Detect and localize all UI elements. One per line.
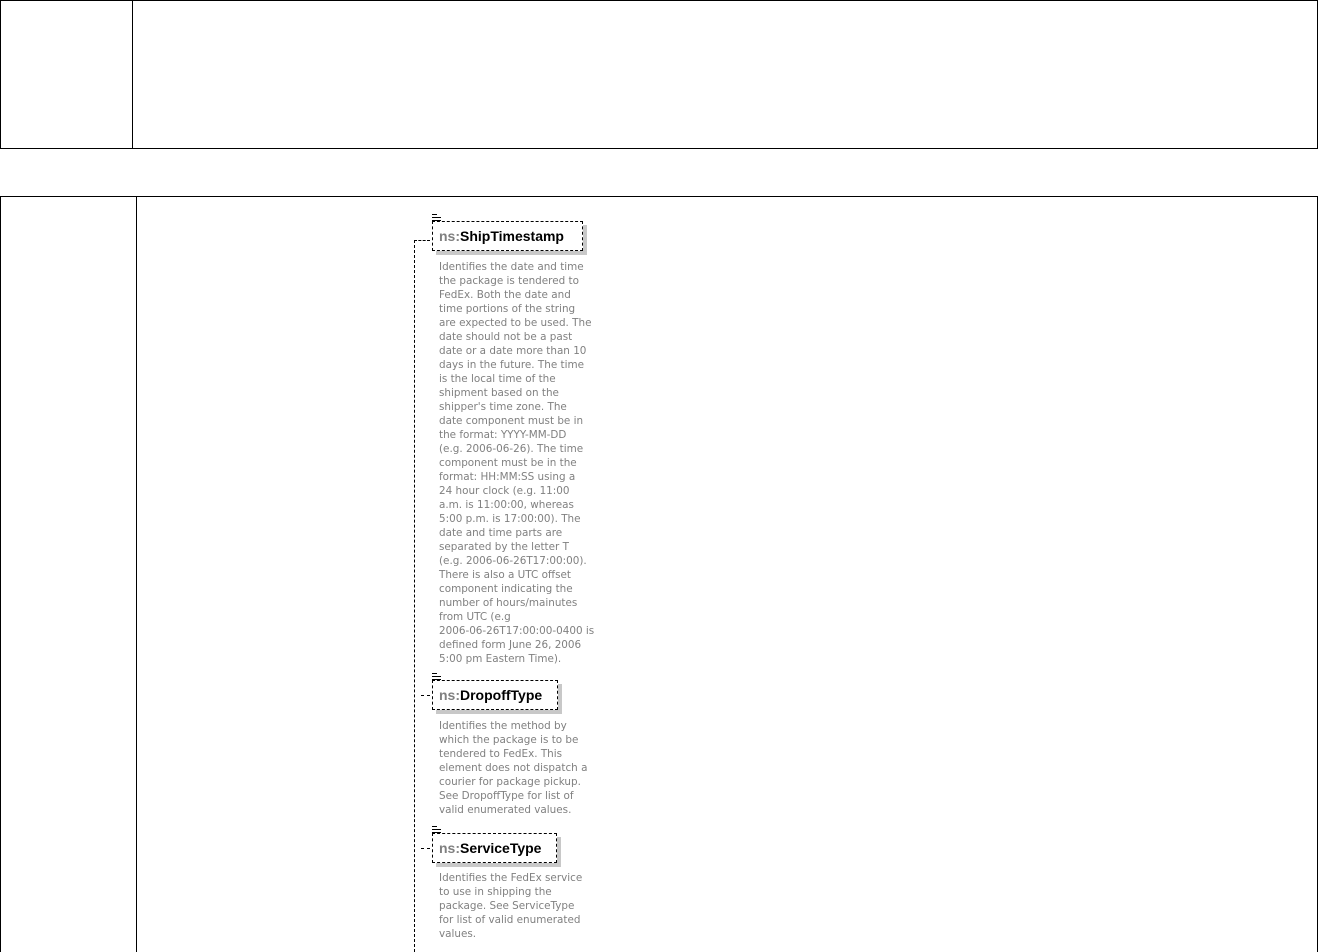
doc-line: FedEx. Both the date and <box>439 289 571 301</box>
doc-line: the package is tendered to <box>439 275 579 287</box>
doc-line: are expected to be used. The <box>439 317 592 329</box>
element-name: ns:ServiceType <box>439 840 542 856</box>
doc-line: defined form June 26, 2006 <box>439 639 582 651</box>
annotation-icon <box>432 214 441 222</box>
doc-line: See DropoffType for list of <box>439 790 574 802</box>
doc-line: Identifies the FedEx service <box>439 872 583 884</box>
branch-connector <box>421 695 430 696</box>
doc-line: values. <box>439 928 477 940</box>
doc-line: format: HH:MM:SS using a <box>439 471 576 483</box>
doc-line: package. See ServiceType <box>439 900 575 912</box>
doc-line: is the local time of the <box>439 373 556 385</box>
doc-line: Identifies the method by <box>439 720 567 732</box>
doc-line: courier for package pickup. <box>439 776 581 788</box>
doc-line: date or a date more than 10 <box>439 345 587 357</box>
doc-line: time portions of the string <box>439 303 576 315</box>
doc-line: date should not be a past <box>439 331 573 343</box>
doc-line: to use in shipping the <box>439 886 552 898</box>
element-name: ns:DropoffType <box>439 687 543 703</box>
doc-line: element does not dispatch a <box>439 762 588 774</box>
doc-line: valid enumerated values. <box>439 804 572 816</box>
element-documentation: Identifies the date and time the package… <box>439 260 599 666</box>
doc-line: 5:00 pm Eastern Time). <box>439 653 562 665</box>
doc-line: shipper's time zone. The <box>439 401 567 413</box>
doc-line: 2006-06-26T17:00:00-0400 is <box>439 625 595 637</box>
bottom-table <box>0 196 1318 952</box>
annotation-icon <box>432 826 441 834</box>
doc-line: which the package is to be <box>439 734 579 746</box>
doc-line: 5:00 p.m. is 17:00:00). The <box>439 513 581 525</box>
element-node-servicetype[interactable]: ns:ServiceType <box>432 826 557 863</box>
branch-connector <box>414 240 430 241</box>
doc-line: component must be in the <box>439 457 577 469</box>
doc-line: component indicating the <box>439 583 573 595</box>
element-documentation: Identifies the method by which the packa… <box>439 719 599 817</box>
doc-line: a.m. is 11:00:00, whereas <box>439 499 574 511</box>
doc-line: number of hours/mainutes <box>439 597 578 609</box>
doc-line: from UTC (e.g <box>439 611 511 623</box>
doc-line: date and time parts are <box>439 527 563 539</box>
doc-line: shipment based on the <box>439 387 559 399</box>
branch-connector <box>421 848 430 849</box>
doc-line: Identifies the date and time <box>439 261 584 273</box>
doc-line: tendered to FedEx. This <box>439 748 563 760</box>
element-node-dropofftype[interactable]: ns:DropoffType <box>432 673 558 710</box>
doc-line: separated by the letter T <box>439 541 569 553</box>
top-table <box>0 0 1318 149</box>
doc-line: date component must be in <box>439 415 584 427</box>
doc-line: for list of valid enumerated <box>439 914 581 926</box>
bottom-table-column-divider <box>136 197 137 952</box>
element-node-shiptimestamp[interactable]: ns:ShipTimestamp <box>432 214 583 251</box>
element-documentation: Identifies the FedEx service to use in s… <box>439 871 599 941</box>
doc-line: 24 hour clock (e.g. 11:00 <box>439 485 570 497</box>
doc-line: (e.g. 2006-06-26T17:00:00). <box>439 555 587 567</box>
element-name: ns:ShipTimestamp <box>439 228 564 244</box>
top-table-column-divider <box>132 1 133 148</box>
annotation-icon <box>432 673 441 681</box>
doc-line: There is also a UTC offset <box>439 569 571 581</box>
sequence-connector-line <box>414 240 415 952</box>
doc-line: days in the future. The time <box>439 359 585 371</box>
doc-line: (e.g. 2006-06-26). The time <box>439 443 584 455</box>
doc-line: the format: YYYY-MM-DD <box>439 429 567 441</box>
